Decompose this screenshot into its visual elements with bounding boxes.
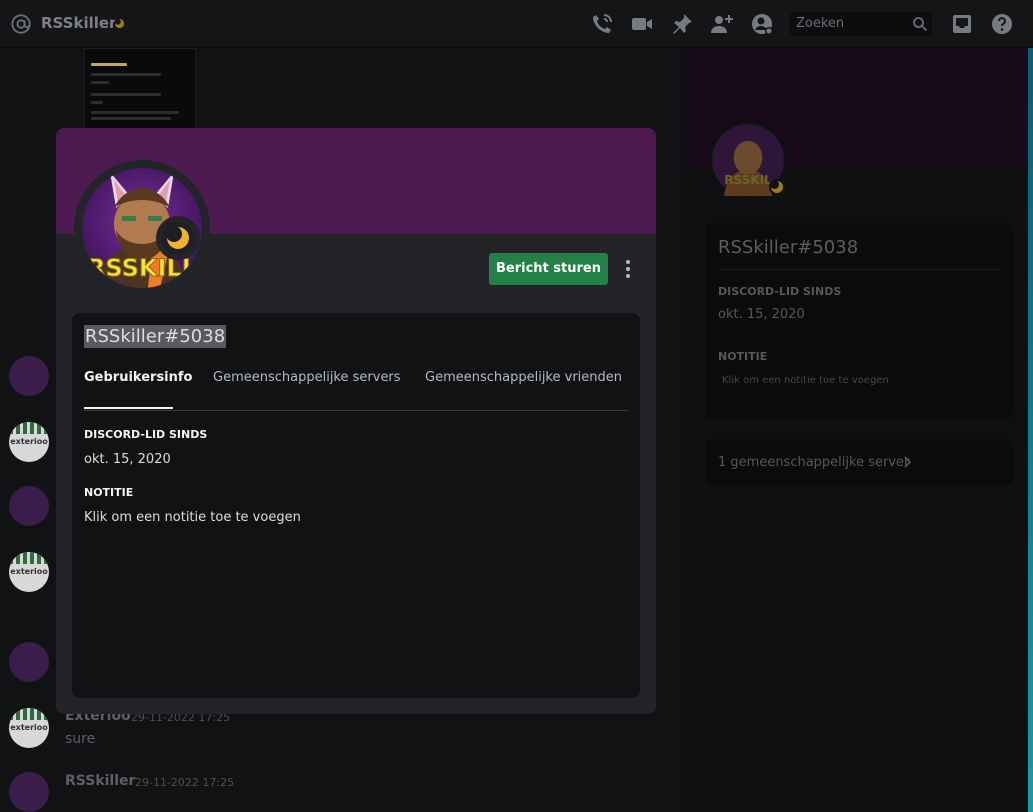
profile-username[interactable]: RSSkiller#5038 [84, 325, 227, 348]
mutual-servers-label: 1 gemeenschappelijke server [718, 455, 910, 470]
avatar-label: exterioo [10, 723, 48, 732]
moon-icon [114, 18, 125, 29]
avatar-label: exterioo [10, 567, 48, 576]
side-member-since-label: DISCORD-LID SINDS [718, 285, 842, 298]
mutual-servers-button[interactable]: 1 gemeenschappelijke server [706, 439, 1013, 485]
window-edge [1028, 48, 1033, 812]
divider [718, 269, 1001, 270]
side-username: RSSkiller#5038 [718, 237, 859, 258]
avatar[interactable]: exterioo [9, 708, 49, 748]
member-since-label: DISCORD-LID SINDS [84, 428, 208, 441]
profile-icon[interactable] [750, 12, 774, 36]
moon-icon [166, 226, 189, 249]
call-icon[interactable] [590, 12, 614, 36]
message-author[interactable]: RSSkiller [65, 773, 135, 789]
message-text: sure [65, 731, 96, 747]
side-note-input[interactable]: Klik om een notitie toe te voegen [722, 375, 889, 386]
member-since-value: okt. 15, 2020 [84, 452, 171, 467]
avatar[interactable] [9, 642, 49, 682]
video-icon[interactable] [630, 12, 654, 36]
search-placeholder: Zoeken [796, 16, 845, 31]
divider [84, 410, 628, 411]
chevron-right-icon [904, 456, 912, 468]
avatar[interactable] [9, 486, 49, 526]
side-profile-panel: RSSKIL RSSkiller#5038 DISCORD-LID SINDS … [686, 48, 1033, 812]
svg-text:RSSKIL: RSSKIL [724, 173, 772, 187]
tab-user-info[interactable]: Gebruikersinfo [84, 370, 192, 385]
channel-name: RSSkiller [41, 14, 117, 32]
top-bar: RSSkiller Zoeken [0, 0, 1033, 48]
side-user-card: RSSkiller#5038 DISCORD-LID SINDS okt. 15… [706, 223, 1013, 419]
avatar-label: exterioo [10, 437, 48, 446]
search-input[interactable]: Zoeken [790, 12, 932, 36]
at-icon [11, 14, 31, 34]
note-label: NOTITIE [84, 486, 134, 499]
help-icon[interactable] [990, 12, 1014, 36]
message-timestamp: 29-11-2022 17:25 [135, 776, 235, 789]
side-note-label: NOTITIE [718, 350, 768, 363]
note-input[interactable]: Klik om een notitie toe te voegen [84, 510, 301, 525]
send-message-button[interactable]: Bericht sturen [489, 253, 608, 285]
embed-thumbnail [84, 48, 196, 130]
side-member-since: okt. 15, 2020 [718, 307, 805, 322]
inbox-icon[interactable] [950, 12, 974, 36]
more-icon[interactable] [618, 256, 638, 282]
tab-mutual-servers[interactable]: Gemeenschappelijke servers [213, 370, 401, 385]
moon-icon [769, 179, 785, 195]
avatar[interactable]: exterioo [9, 422, 49, 462]
search-icon [913, 17, 928, 32]
active-tab-indicator [84, 407, 173, 409]
avatar[interactable]: exterioo [9, 552, 49, 592]
tab-mutual-friends[interactable]: Gemeenschappelijke vrienden [425, 370, 622, 385]
status-indicator [156, 216, 200, 260]
pin-icon[interactable] [670, 12, 694, 36]
add-friend-icon[interactable] [710, 12, 734, 36]
avatar[interactable] [9, 356, 49, 396]
profile-info-card: RSSkiller#5038 Gebruikersinfo Gemeenscha… [72, 313, 640, 698]
avatar[interactable] [9, 772, 49, 812]
profile-modal: RSSKILL Bericht sturen RSSkiller#5038 Ge… [56, 128, 656, 714]
